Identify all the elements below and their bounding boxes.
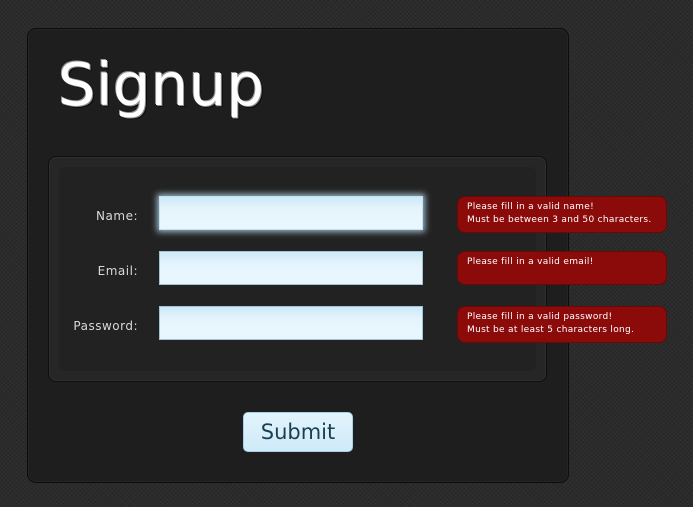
name-error-message: Please fill in a valid name! Must be bet…: [457, 196, 667, 233]
email-label: Email:: [97, 264, 138, 278]
name-error-line-2: Must be between 3 and 50 characters.: [467, 215, 652, 225]
password-input[interactable]: [159, 306, 423, 340]
password-error-line-2: Must be at least 5 characters long.: [467, 325, 635, 335]
email-error-line-1: Please fill in a valid email!: [467, 257, 594, 267]
page-title: Signup: [58, 50, 265, 119]
submit-button[interactable]: Submit: [243, 412, 353, 452]
name-input[interactable]: [159, 196, 423, 230]
password-error-line-1: Please fill in a valid password!: [467, 312, 613, 322]
password-error-message: Please fill in a valid password! Must be…: [457, 306, 667, 343]
email-error-message: Please fill in a valid email!: [457, 251, 667, 285]
name-label: Name:: [96, 209, 138, 223]
signup-panel: Signup Name: Please fill in a valid name…: [27, 28, 667, 483]
name-error-line-1: Please fill in a valid name!: [467, 202, 594, 212]
password-label: Password:: [73, 319, 138, 333]
email-input[interactable]: [159, 251, 423, 285]
